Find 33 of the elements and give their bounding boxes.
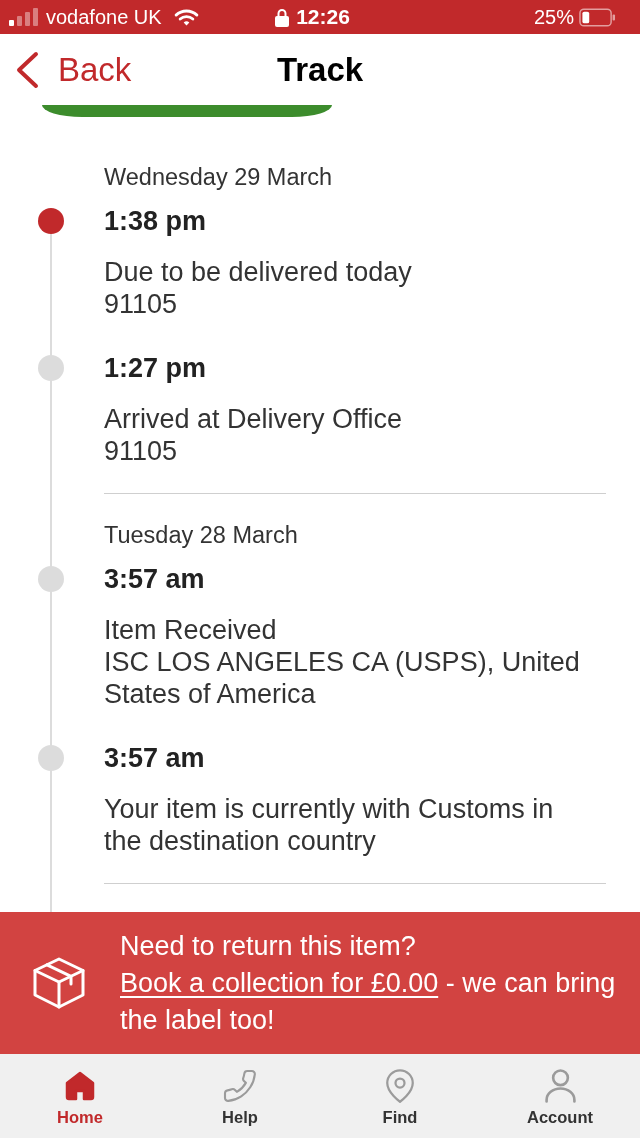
event-time: 1:38 pm — [104, 205, 208, 237]
screen-title: Track — [276, 50, 364, 89]
event-location: 91105 — [104, 435, 179, 467]
event-location: 91105 — [104, 288, 179, 320]
battery-percent: 25% — [533, 5, 574, 29]
location-pin-icon — [385, 1068, 415, 1104]
person-icon — [543, 1068, 577, 1104]
battery-icon — [579, 7, 616, 27]
tab-bar-item[interactable]: Find — [320, 1054, 480, 1138]
day-date: Wednesday 29 March — [104, 163, 334, 191]
event-description: Item Received — [104, 614, 278, 646]
event-location: ISC LOS ANGELES CA (USPS), United States of America — [104, 646, 581, 710]
event-description: Your item is currently with Customs in the destination country — [104, 793, 555, 857]
lock-icon — [275, 7, 290, 27]
clock-time: 12:26 — [296, 5, 350, 29]
parcel-box-icon — [32, 956, 86, 1010]
event-description: Arrived at Delivery Office — [104, 403, 404, 435]
event-time: 1:27 pm — [104, 352, 208, 384]
wifi-icon — [173, 8, 199, 26]
back-button[interactable]: Back — [0, 50, 136, 89]
event-time: 3:57 am — [104, 563, 206, 595]
tab-bar-item[interactable]: Account — [480, 1054, 640, 1138]
event-time: 3:57 am — [104, 742, 206, 774]
phone-icon — [222, 1068, 258, 1104]
tab-bar-item[interactable]: Help — [160, 1054, 320, 1138]
event-description: Due to be delivered today — [104, 256, 413, 288]
return-banner-text: Need to return this item? Book a collection for £0.00 - we can bring the label too! — [120, 929, 616, 1037]
chevron-left-icon — [15, 50, 39, 89]
carrier-name: vodafone UK — [46, 5, 162, 29]
day-date: Tuesday 28 March — [104, 521, 299, 549]
signal-bars-icon — [9, 8, 39, 26]
tab-bar-item[interactable]: Home — [0, 1054, 160, 1138]
book-collection-link[interactable]: Book a collection for £0.00 — [120, 967, 439, 998]
